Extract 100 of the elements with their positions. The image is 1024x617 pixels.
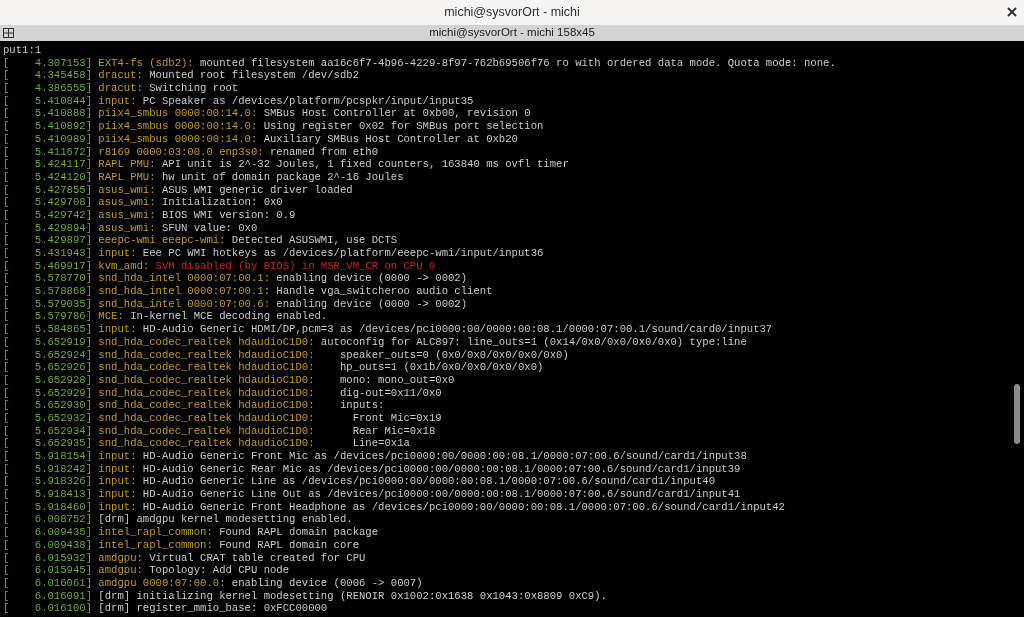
log-source: asus_wmi: xyxy=(98,196,156,209)
timestamp: [ 5.652926] xyxy=(3,361,92,374)
log-message: BIOS WMI version: 0.9 xyxy=(161,208,296,221)
timestamp: [ 6.009438] xyxy=(3,538,92,551)
log-message: Handle vga_switcheroo audio client xyxy=(276,285,493,298)
log-source: snd_hda_intel 0000:07:00.1: xyxy=(98,285,270,298)
log-message: SMBus Host Controller at 0xb00, revision 0 xyxy=(263,107,531,120)
log-message: renamed from eth0 xyxy=(270,145,379,158)
timestamp: [ 5.918326] xyxy=(3,475,92,488)
timestamp: [ 5.652928] xyxy=(3,373,92,386)
timestamp: [ 5.918413] xyxy=(3,488,92,501)
timestamp: [ 4.345458] xyxy=(3,69,92,82)
timestamp: [ 5.410892] xyxy=(3,120,92,133)
timestamp: [ 5.652929] xyxy=(3,386,92,399)
scrollbar-thumb[interactable] xyxy=(1014,384,1020,444)
timestamp: [ 5.424120] xyxy=(3,170,92,183)
log-message: mounted filesystem aa16c6f7-4b96-4229-8f97-762b69506f76 ro with ordered data mode. Quota mode: none. xyxy=(200,56,836,69)
log-source: eeepc-wmi eeepc-wmi: xyxy=(98,234,226,247)
log-message: Mounted root filesystem /dev/sdb2 xyxy=(149,69,359,82)
log-message: Line=0x1a xyxy=(351,437,410,450)
timestamp: [ 5.429897] xyxy=(3,234,92,247)
log-message: Auxiliary SMBus Host Controller at 0xb20 xyxy=(263,132,518,145)
split-view-icon[interactable] xyxy=(3,28,14,38)
timestamp: [ 6.016100] xyxy=(3,602,92,615)
timestamp: [ 6.008752] xyxy=(3,513,92,526)
log-source: piix4_smbus 0000:00:14.0: xyxy=(98,107,258,120)
log-source: snd_hda_codec_realtek hdaudioC1D0: xyxy=(98,424,315,437)
log-source: amdgpu: xyxy=(98,551,143,564)
timestamp: [ 5.918154] xyxy=(3,450,92,462)
log-message: SVM disabled (by BIOS) in MSR_VM_CR on CPU 0 xyxy=(155,259,436,272)
log-message: ASUS WMI generic driver loaded xyxy=(161,183,353,196)
log-message: In-kernel MCE decoding enabled. xyxy=(130,310,328,323)
log-message: Found RAPL domain core xyxy=(219,538,359,551)
timestamp: [ 6.015932] xyxy=(3,551,92,564)
timestamp: [ 5.429894] xyxy=(3,221,92,234)
log-source: input: xyxy=(98,475,137,488)
log-source: snd_hda_codec_realtek hdaudioC1D0: xyxy=(98,361,315,374)
timestamp: [ 5.431943] xyxy=(3,247,92,259)
timestamp: [ 5.411672] xyxy=(3,145,92,158)
timestamp: [ 5.918242] xyxy=(3,462,92,475)
log-source: input: xyxy=(98,450,137,462)
log-source: EXT4-fs (sdb2): xyxy=(98,56,194,69)
log-message: [drm] register_mmio_base: 0xFCC00000 xyxy=(98,602,328,615)
timestamp: [ 5.427855] xyxy=(3,183,92,196)
log-source: snd_hda_codec_realtek hdaudioC1D0: xyxy=(98,399,315,412)
log-message: enabling device (0006 -> 0007) xyxy=(231,576,423,589)
log-source: piix4_smbus 0000:00:14.0: xyxy=(98,132,258,145)
timestamp: [ 5.579786] xyxy=(3,310,92,323)
log-source: input: xyxy=(98,488,137,501)
log-source: snd_hda_intel 0000:07:00.6: xyxy=(98,297,270,310)
log-message: inputs: xyxy=(338,399,385,412)
timestamp: [ 5.410844] xyxy=(3,94,92,107)
timestamp: [ 5.424117] xyxy=(3,158,92,171)
log-source: dracut: xyxy=(98,82,143,95)
log-message: HD-Audio Generic Rear Mic as /devices/pci0000:00/0000:00:08.1/0000:07:00.6/sound/card1/input39 xyxy=(142,462,741,475)
log-source: snd_hda_codec_realtek hdaudioC1D0: xyxy=(98,373,315,386)
log-message: mono: mono_out=0x0 xyxy=(338,373,455,386)
log-message: Switching root xyxy=(149,82,239,95)
log-message: hw unit of domain package 2^-16 Joules xyxy=(161,170,404,183)
log-message: API unit is 2^-32 Joules, 1 fixed counters, 163840 ms ovfl timer xyxy=(161,158,569,171)
timestamp: [ 5.652919] xyxy=(3,335,92,348)
timestamp: [ 5.579035] xyxy=(3,297,92,310)
log-message: HD-Audio Generic Front Mic as /devices/pci0000:00/0000:00:08.1/0000:07:00.6/sound/card1/input38 xyxy=(142,450,747,462)
log-source: dracut: xyxy=(98,69,143,82)
log-source: asus_wmi: xyxy=(98,208,156,221)
timestamp: [ 5.652932] xyxy=(3,411,92,424)
timestamp: [ 6.016091] xyxy=(3,589,92,602)
log-message: SFUN value: 0x0 xyxy=(161,221,258,234)
log-message: enabling device (0000 -> 0002) xyxy=(276,272,468,285)
log-source: snd_hda_codec_realtek hdaudioC1D0: xyxy=(98,411,315,424)
log-message: autoconfig for ALC897: line_outs=1 (0x14/0x0/0x0/0x0/0x0) type:line xyxy=(320,335,747,348)
log-source: piix4_smbus 0000:00:14.0: xyxy=(98,120,258,133)
timestamp: [ 5.469917] xyxy=(3,259,92,272)
timestamp: [ 5.918460] xyxy=(3,500,92,513)
log-source: intel_rapl_common: xyxy=(98,538,213,551)
log-message: hp_outs=1 (0x1b/0x0/0x0/0x0/0x0) xyxy=(338,361,544,374)
timestamp: [ 5.652935] xyxy=(3,437,92,450)
log-message: [drm] initializing kernel modesetting (RENOIR 0x1002:0x1638 0x1043:0x8809 0xC9). xyxy=(98,589,607,602)
log-message: Found RAPL domain package xyxy=(219,526,379,539)
timestamp: [ 5.429708] xyxy=(3,196,92,209)
timestamp: [ 5.429742] xyxy=(3,208,92,221)
timestamp: [ 5.578770] xyxy=(3,272,92,285)
log-source: RAPL PMU: xyxy=(98,170,156,183)
log-message: HD-Audio Generic Line Out as /devices/pci0000:00/0000:00:08.1/0000:07:00.6/sound/card1/input41 xyxy=(142,488,741,501)
close-icon[interactable] xyxy=(1006,6,1018,18)
log-source: input: xyxy=(98,94,137,107)
log-message: Virtual CRAT table created for CPU xyxy=(149,551,366,564)
log-source: amdgpu: xyxy=(98,564,143,577)
log-message: [drm] amdgpu kernel modesetting enabled. xyxy=(98,513,353,526)
log-message: PC Speaker as /devices/platform/pcspkr/input/input35 xyxy=(142,94,474,107)
log-source: input: xyxy=(98,462,137,475)
log-source: snd_hda_intel 0000:07:00.1: xyxy=(98,272,270,285)
timestamp: [ 5.410989] xyxy=(3,132,92,145)
log-source: RAPL PMU: xyxy=(98,158,156,171)
log-source: intel_rapl_common: xyxy=(98,526,213,539)
window-title: michi@sysvorOrt - michi xyxy=(444,4,580,22)
log-source: snd_hda_codec_realtek hdaudioC1D0: xyxy=(98,437,315,450)
tab-title[interactable]: michi@sysvorOrt - michi 158x45 xyxy=(429,24,595,42)
log-message: Initialization: 0x0 xyxy=(161,196,283,209)
log-message: Topology: Add CPU node xyxy=(149,564,290,577)
